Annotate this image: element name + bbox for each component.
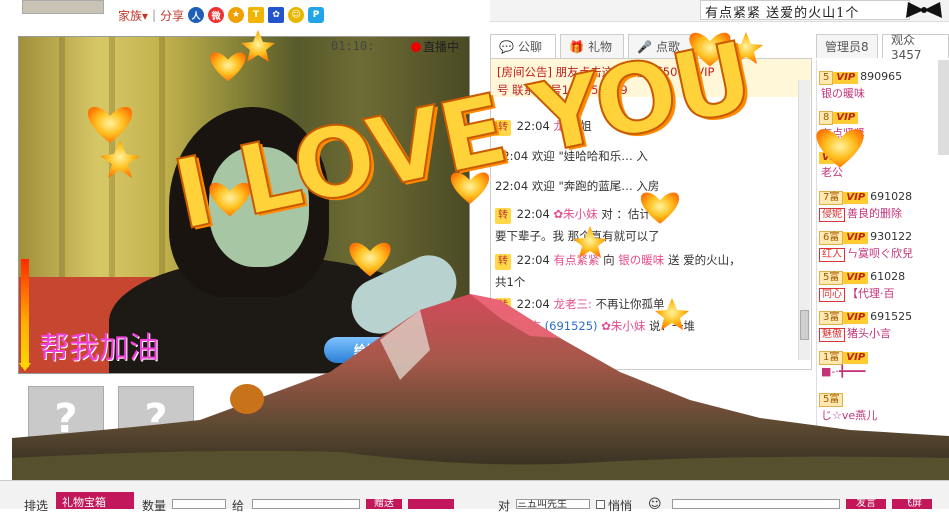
chat-input[interactable] (672, 499, 840, 509)
chat-message: 共1个 (495, 275, 526, 289)
family-share-bar: 家族▾ | 分享 人 微 ★ T ✿ ☺ P (118, 6, 325, 24)
gift-banner: 有点紧紧 送爱的火山1个 (700, 0, 910, 21)
gift-box-button[interactable]: 礼物宝箱 (56, 492, 134, 509)
empty-seat[interactable]: ? (118, 386, 194, 452)
repost-icon[interactable]: 转 (495, 298, 511, 314)
user-row[interactable]: 5 VIP 890965 银の暖味 (819, 70, 937, 110)
send-message-button[interactable]: 发言 (846, 499, 886, 509)
share-label: 分享 (160, 8, 185, 23)
chat-message: 猪头小言 (691525) ✿朱小妹 说：一堆 (495, 319, 695, 333)
empty-seat[interactable]: ? (28, 386, 104, 452)
select-label: 排选 (24, 499, 49, 513)
give-to-label: 给 (232, 499, 245, 513)
chat-target-select[interactable]: 三五叫先生 (516, 499, 590, 509)
recipient-input[interactable] (252, 499, 360, 509)
chat-message: 转 22:04 有点紧紧 向 银の暖味 送 爱的火山， (495, 249, 795, 272)
give-gift-button[interactable]: 给她 (324, 337, 416, 363)
p-icon[interactable]: P (308, 7, 325, 23)
user-row[interactable]: 3富 VIP 691525 魅傲 猪头小言 (819, 310, 937, 350)
whisper-label: 悄悄 (608, 499, 633, 513)
t-icon[interactable]: T (248, 7, 265, 23)
chat-scroll-thumb[interactable] (800, 310, 809, 340)
video-overlay-text: 帮我加油 (39, 331, 159, 366)
meter-arrow-icon (19, 363, 31, 371)
audience-scrollbar[interactable] (938, 60, 949, 155)
chat-scrollbar[interactable] (798, 80, 810, 360)
repost-icon[interactable]: 转 (495, 254, 511, 270)
chat-message: 不错 (495, 341, 518, 355)
whisper-checkbox[interactable] (596, 500, 605, 509)
user-row[interactable]: 7富 VIP 691028 侵妮 善良的删除 (819, 190, 937, 230)
paw-icon[interactable]: ✿ (268, 7, 285, 23)
user-row[interactable]: 1富 VIP ■-·╋━━━ (819, 350, 937, 390)
audience-list[interactable]: 5 VIP 890965 银の暖味 8 VIP 有点紧紧 VIP 老公 7富 VIP 69… (816, 60, 938, 480)
face-icon[interactable]: ☺ (288, 7, 305, 23)
send-gift-button[interactable]: 赠送 (366, 499, 402, 509)
user-row[interactable]: 6富 VIP 930122 红人 ㄣ寞呗ぐ欣兒 (819, 230, 937, 270)
fly-screen-button[interactable]: 飞屏 (892, 499, 932, 509)
quantity-label: 数量 (142, 499, 167, 513)
family-menu[interactable]: 家族▾ (118, 7, 148, 24)
top-avatar (22, 0, 104, 14)
bow-icon (906, 2, 942, 18)
love-text: I LOVE YOU (164, 19, 761, 252)
quantity-input[interactable] (172, 499, 226, 509)
weibo-icon[interactable]: 微 (208, 7, 225, 23)
tab-audience[interactable]: 观众3457 (882, 33, 949, 62)
chat-to-label: 对 (498, 499, 511, 513)
love-text-effect: I LOVE YOU (164, 19, 790, 252)
emoji-icon[interactable]: ☺ (648, 497, 662, 512)
user-row[interactable]: 8 VIP 有点紧紧 (819, 110, 937, 150)
extra-gift-button[interactable] (408, 499, 454, 509)
star-icon[interactable]: ★ (228, 7, 245, 23)
renren-icon[interactable]: 人 (188, 7, 205, 23)
user-row[interactable]: VIP 老公 (819, 150, 937, 190)
user-row[interactable]: 5富 VIP 61028 同心 【代理·百 (819, 270, 937, 310)
user-row[interactable]: 5富 じ☆ve燕儿 (819, 392, 937, 432)
chat-message: 转 22:04 龙老三: 不再让你孤单 (495, 293, 795, 316)
volume-meter (21, 259, 29, 367)
cartoon-avatar (230, 384, 264, 414)
tab-admins[interactable]: 管理员8 (816, 34, 878, 58)
